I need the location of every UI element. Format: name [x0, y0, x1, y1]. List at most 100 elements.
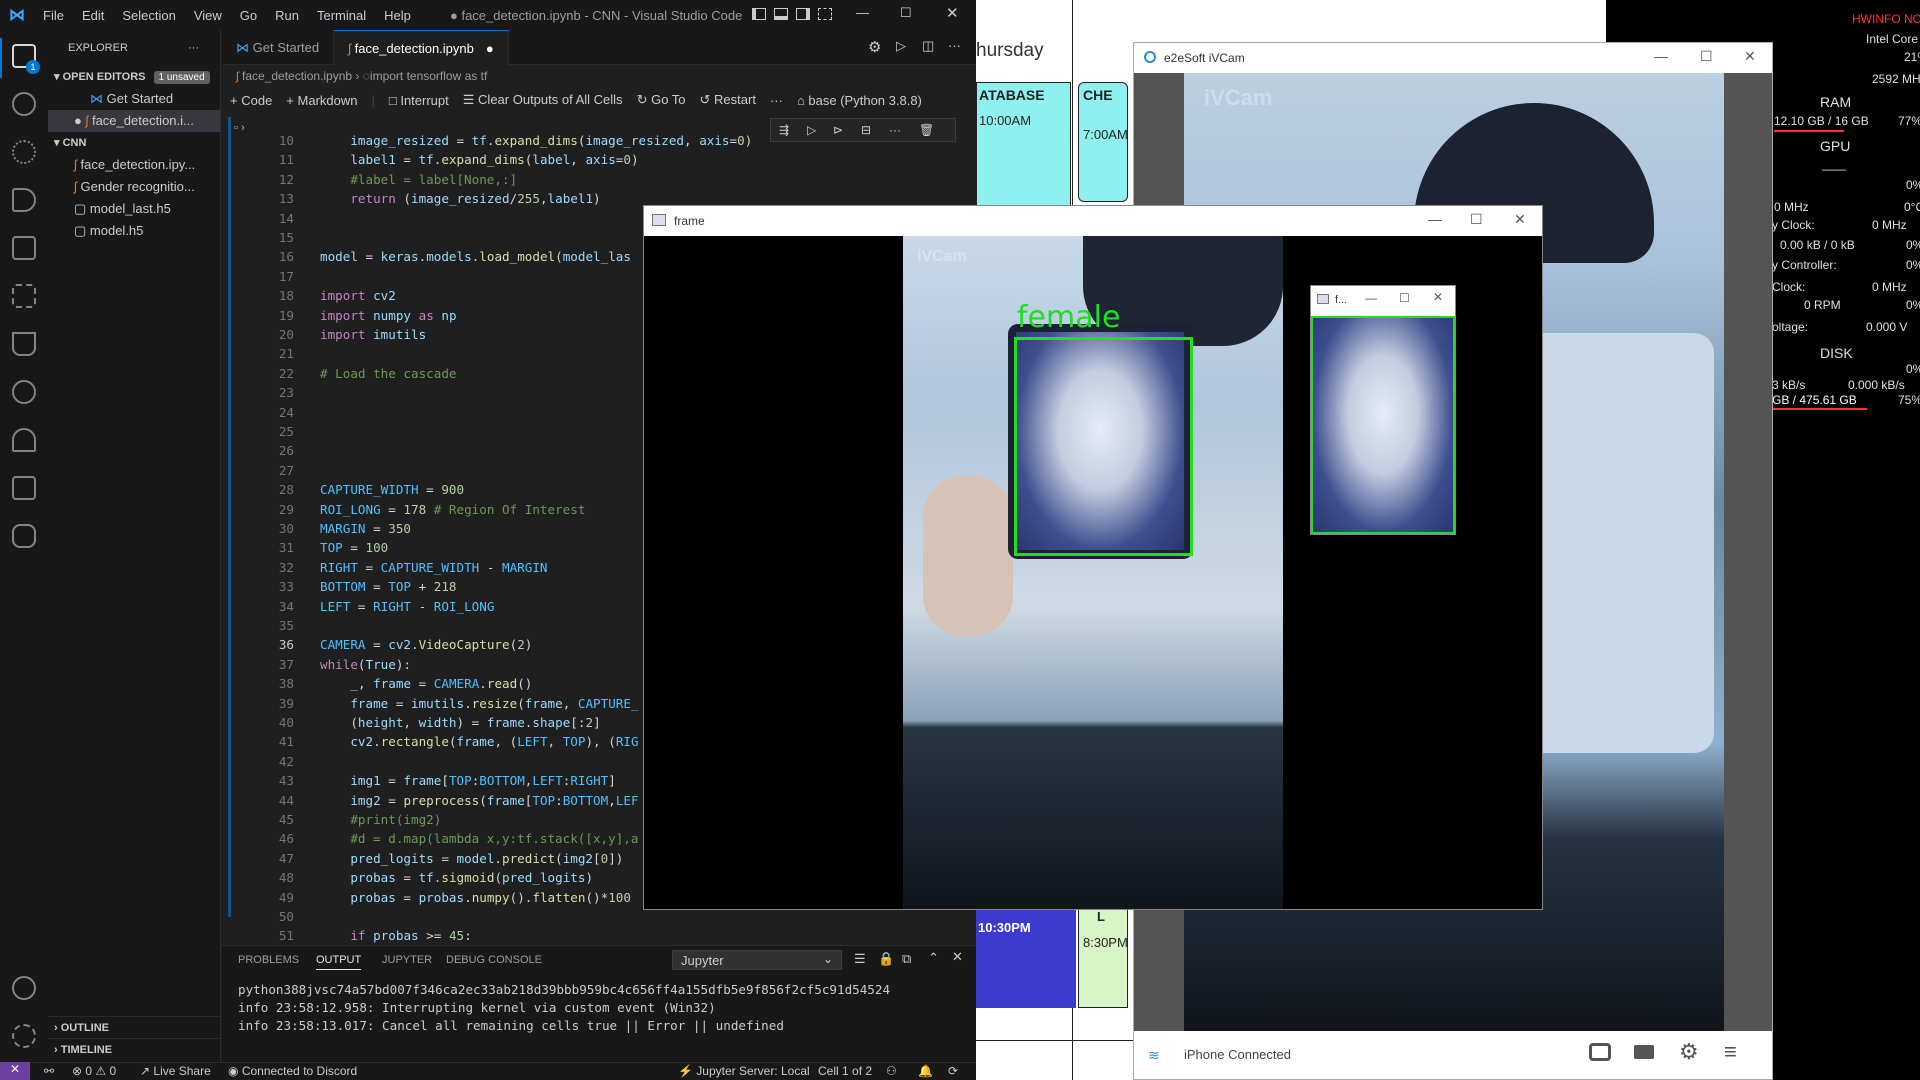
breadcrumb-file[interactable]: face_detection.ipynb: [242, 69, 352, 83]
testing-icon[interactable]: [12, 332, 36, 356]
run-cell-icon[interactable]: ▷: [807, 123, 816, 137]
tab-output[interactable]: OUTPUT: [316, 954, 362, 970]
run-debug-icon[interactable]: [12, 188, 36, 212]
menu-view[interactable]: View: [185, 8, 231, 23]
menu-go[interactable]: Go: [231, 8, 266, 23]
menu-edit[interactable]: Edit: [73, 8, 113, 23]
goto-button[interactable]: ↻ Go To: [637, 92, 686, 108]
folder-cnn[interactable]: ▾ CNN: [48, 132, 220, 154]
remote-indicator-icon[interactable]: ✕: [0, 1062, 30, 1080]
menu-run[interactable]: Run: [266, 8, 308, 23]
more-actions-icon[interactable]: ···: [188, 30, 199, 66]
add-markdown-button[interactable]: + Markdown: [286, 93, 357, 108]
lock-icon[interactable]: 🔒: [878, 951, 894, 967]
more-actions-icon[interactable]: ···: [770, 93, 783, 108]
delete-cell-icon[interactable]: 🗑: [919, 123, 934, 137]
ivcam-titlebar[interactable]: e2eSoft iVCam — ☐ ✕: [1134, 43, 1772, 73]
close-icon[interactable]: ✕: [946, 4, 959, 22]
toggle-panel-icon[interactable]: [774, 8, 788, 20]
clear-outputs-button[interactable]: ☰ Clear Outputs of All Cells: [463, 92, 623, 108]
menu-help[interactable]: Help: [375, 8, 420, 23]
split-editor-icon[interactable]: ◫: [922, 38, 934, 54]
search-icon[interactable]: [12, 92, 36, 116]
maximize-icon[interactable]: ☐: [900, 5, 912, 21]
github-icon[interactable]: [12, 380, 36, 404]
minimize-icon[interactable]: —: [1428, 211, 1442, 227]
settings-icon[interactable]: ⚙: [868, 38, 881, 56]
camera-icon[interactable]: [1589, 1043, 1611, 1061]
python-icon[interactable]: [12, 524, 36, 548]
layout-icon[interactable]: [818, 8, 832, 20]
more-actions-icon[interactable]: ···: [889, 123, 901, 137]
cell-collapse-icon[interactable]: ▫ ›: [234, 122, 245, 134]
file-model[interactable]: ▢ model.h5: [48, 220, 220, 242]
close-icon[interactable]: ✕: [1433, 290, 1443, 304]
run-above-icon[interactable]: ⇶: [779, 123, 789, 137]
live-share-status[interactable]: ↗ Live Share: [140, 1064, 211, 1078]
calendar-event-green[interactable]: L 8:30PM: [1078, 908, 1128, 1008]
remote-explorer-icon[interactable]: [12, 236, 36, 260]
calendar-event-che[interactable]: CHE 7:00AM: [1078, 82, 1128, 202]
run-icon[interactable]: ▷: [896, 38, 906, 54]
live-share-icon[interactable]: [12, 428, 36, 452]
sync-icon[interactable]: ⟳: [948, 1064, 958, 1078]
tab-jupyter[interactable]: JUPYTER: [382, 954, 432, 966]
close-panel-icon[interactable]: ✕: [952, 949, 963, 965]
close-icon[interactable]: ✕: [1744, 48, 1756, 65]
extensions-icon[interactable]: [12, 284, 36, 308]
account-icon[interactable]: [12, 976, 36, 1000]
open-editor-face-detection[interactable]: ● ʃ face_detection.i...: [48, 110, 220, 132]
run-below-icon[interactable]: ⊳: [833, 123, 843, 137]
open-editor-icon[interactable]: ⧉: [902, 951, 911, 967]
minimize-icon[interactable]: —: [1365, 291, 1377, 305]
menu-file[interactable]: File: [34, 8, 73, 23]
frame-titlebar[interactable]: frame — ☐ ✕: [644, 206, 1542, 236]
discord-status[interactable]: ◉ Connected to Discord: [228, 1064, 357, 1078]
split-cell-icon[interactable]: ⊟: [861, 123, 871, 137]
clear-output-icon[interactable]: ☰: [854, 951, 866, 967]
maximize-panel-icon[interactable]: ⌃: [928, 950, 939, 966]
close-icon[interactable]: ✕: [1514, 211, 1526, 228]
feedback-icon[interactable]: ⚇: [886, 1064, 897, 1078]
video-icon[interactable]: [1634, 1045, 1654, 1059]
menu-selection[interactable]: Selection: [113, 8, 184, 23]
menu-terminal[interactable]: Terminal: [308, 8, 375, 23]
tab-problems[interactable]: PROBLEMS: [238, 954, 299, 966]
toggle-sidebar-icon[interactable]: [752, 8, 766, 20]
more-actions-icon[interactable]: ···: [948, 38, 961, 53]
dirty-dot-icon[interactable]: ●: [486, 41, 494, 56]
breadcrumb-symbol[interactable]: import tensorflow as tf: [370, 69, 487, 83]
calendar-event-database[interactable]: ATABASE 10:00AM: [976, 82, 1071, 212]
add-code-button[interactable]: + Code: [230, 93, 272, 108]
crop-window[interactable]: f... — ☐ ✕: [1310, 285, 1456, 535]
toggle-secondary-icon[interactable]: [796, 8, 810, 20]
bell-icon[interactable]: 🔔: [918, 1064, 933, 1078]
kernel-picker[interactable]: ⌂ base (Python 3.8.8): [797, 93, 922, 108]
restart-button[interactable]: ↺ Restart: [700, 92, 756, 108]
tab-face-detection[interactable]: ʃ face_detection.ipynb ●: [334, 30, 509, 65]
titlebar[interactable]: ⋈ File Edit Selection View Go Run Termin…: [0, 0, 976, 30]
open-editors-section[interactable]: ▾ OPEN EDITORS 1 unsaved: [48, 66, 220, 88]
settings-gear-icon[interactable]: [12, 1024, 36, 1048]
output-channel-select[interactable]: Jupyter ⌄: [672, 950, 842, 970]
minimize-icon[interactable]: —: [1654, 48, 1668, 64]
file-gender-recognition[interactable]: ʃ Gender recognitio...: [48, 176, 220, 198]
source-control-icon[interactable]: [12, 140, 36, 164]
menu-icon[interactable]: ≡: [1724, 1039, 1737, 1065]
branch-icon[interactable]: ⚯: [44, 1064, 54, 1078]
crop-titlebar[interactable]: f... — ☐ ✕: [1311, 286, 1455, 316]
maximize-icon[interactable]: ☐: [1399, 291, 1410, 305]
tab-get-started[interactable]: ⋈ Get Started: [222, 30, 335, 65]
outline-section[interactable]: › OUTLINE: [48, 1016, 220, 1038]
interrupt-button[interactable]: □ Interrupt: [389, 93, 449, 108]
file-model-last[interactable]: ▢ model_last.h5: [48, 198, 220, 220]
dirty-dot-icon[interactable]: ●: [74, 113, 85, 128]
maximize-icon[interactable]: ☐: [1470, 211, 1483, 228]
file-face-detection[interactable]: ʃ face_detection.ipy...: [48, 154, 220, 176]
cell-status[interactable]: Cell 1 of 2: [818, 1064, 872, 1078]
tab-debug-console[interactable]: DEBUG CONSOLE: [446, 954, 542, 966]
notebook-icon[interactable]: [12, 476, 36, 500]
calendar-event-purple[interactable]: 10:30PM: [976, 908, 1076, 1008]
minimize-icon[interactable]: —: [856, 5, 869, 20]
jupyter-server-status[interactable]: ⚡ Jupyter Server: Local: [678, 1064, 810, 1078]
